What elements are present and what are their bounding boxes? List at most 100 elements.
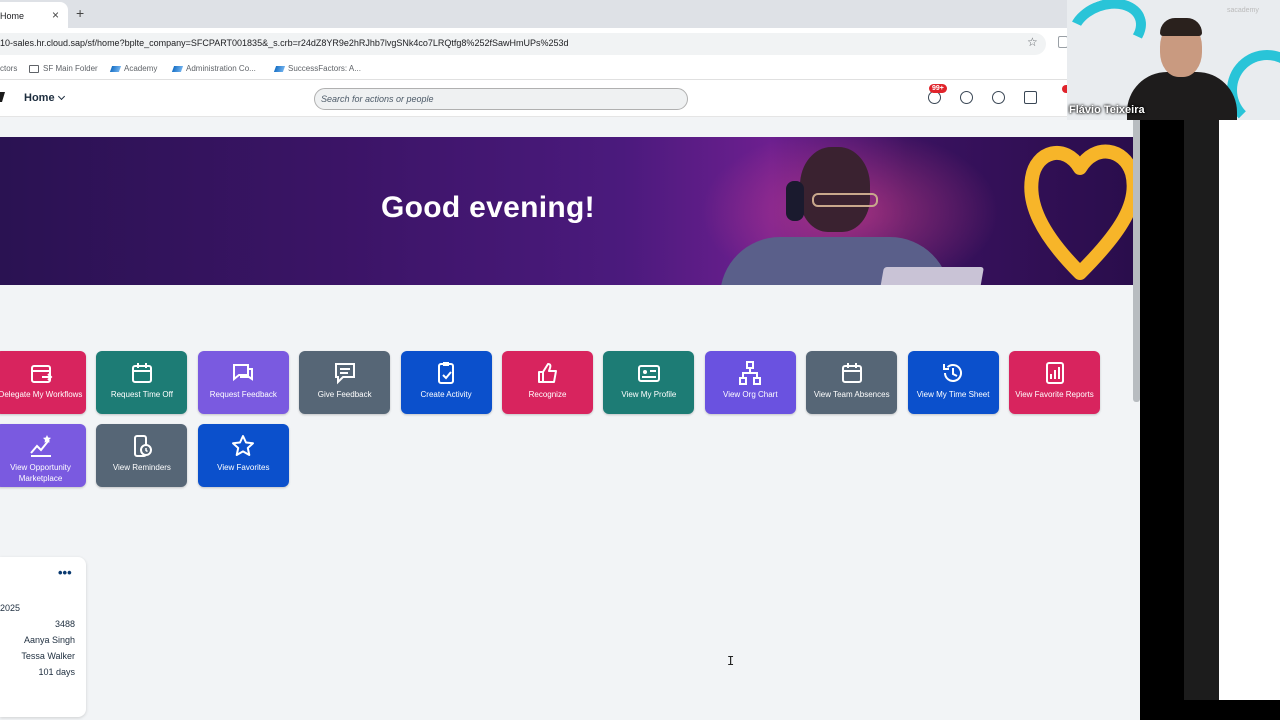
folder-icon <box>29 64 39 73</box>
presenter-name: Flávio Teixeira <box>1069 104 1145 116</box>
bookmark-label: Academy <box>124 64 158 73</box>
calendar-icon <box>841 363 862 383</box>
tile-label: View Org Chart <box>723 390 778 399</box>
tile-label: Request Feedback <box>209 390 277 399</box>
chat-bubbles-icon <box>233 364 254 382</box>
tile-view-team-absences[interactable]: View Team Absences <box>806 351 898 414</box>
assistant-icon[interactable] <box>960 91 973 104</box>
card-value: 3488 <box>54 619 75 629</box>
bookmark-item[interactable]: SF Main Folder <box>29 64 98 73</box>
company-logo[interactable] <box>0 92 5 102</box>
tile-label: Recognize <box>528 390 567 399</box>
webcam-overlay: sacademy Flávio Teixeira <box>1067 0 1280 120</box>
tile-view-my-time-sheet[interactable]: View My Time Sheet <box>907 351 999 414</box>
banner-tablet <box>880 267 984 285</box>
tile-label: View Favorites <box>217 463 270 472</box>
delegate-workflow-icon <box>30 365 52 383</box>
more-options-icon[interactable]: ••• <box>58 565 72 580</box>
bookmark-item[interactable]: ctors <box>0 64 17 73</box>
tab-title: Home <box>0 11 25 21</box>
tile-label: View Opportunity Marketplace <box>10 463 71 483</box>
tile-label: Give Feedback <box>317 390 372 399</box>
shell-bar: Home 99+ <box>0 80 1068 117</box>
clipboard-check-icon <box>438 362 455 384</box>
calendar-icon <box>131 363 152 383</box>
heart-icon <box>1024 144 1133 280</box>
new-tab-button[interactable]: + <box>76 5 84 21</box>
tile-give-feedback[interactable]: Give Feedback <box>299 351 391 414</box>
chevron-down-icon <box>57 92 65 101</box>
card-value: 101 days <box>38 667 75 677</box>
brand-swoosh <box>1067 0 1155 72</box>
card-value[interactable]: Tessa Walker <box>21 651 75 661</box>
headphones-icon <box>786 181 804 221</box>
help-book-icon[interactable] <box>1024 91 1037 104</box>
search-field[interactable] <box>314 88 688 110</box>
card-value[interactable]: Aanya Singh <box>24 635 75 645</box>
bookmark-item[interactable]: Administration Co... <box>171 64 256 73</box>
headset-icon[interactable] <box>992 91 1005 104</box>
side-panel-strip <box>1184 120 1219 700</box>
tile-view-my-profile[interactable]: View My Profile <box>603 351 695 414</box>
star-icon <box>232 435 255 456</box>
address-bar: 10-sales.hr.cloud.sap/sf/home?bplte_comp… <box>0 28 1068 58</box>
main-content: Good evening! Delegate My Workflows Reque… <box>0 117 1140 720</box>
search-input[interactable] <box>321 94 687 104</box>
tile-delegate-my-workflows[interactable]: Delegate My Workflows <box>0 351 86 414</box>
tile-view-opportunity-marketplace[interactable]: View Opportunity Marketplace <box>0 424 86 487</box>
opportunity-icon <box>29 435 51 457</box>
quick-actions: Delegate My Workflows Request Time Off Req… <box>0 351 1140 491</box>
browser-tab[interactable]: Home × <box>0 2 68 28</box>
bookmark-label: SuccessFactors: A... <box>288 64 361 73</box>
close-icon[interactable]: × <box>52 8 59 22</box>
home-menu-button[interactable]: Home <box>24 92 65 104</box>
tile-recognize[interactable]: Recognize <box>502 351 593 414</box>
tile-view-favorite-reports[interactable]: View Favorite Reports <box>1009 351 1100 414</box>
webcam-watermark: sacademy <box>1227 7 1259 14</box>
tile-label: View Favorite Reports <box>1015 390 1094 399</box>
tile-label: View Team Absences <box>813 390 890 399</box>
welcome-banner: Good evening! <box>0 137 1133 285</box>
presenter-hair <box>1160 18 1202 36</box>
text-cursor-icon: I <box>727 654 735 668</box>
tile-label: Create Activity <box>420 390 472 399</box>
thumbs-up-icon <box>537 363 557 383</box>
banner-person-head <box>800 147 870 232</box>
side-panel-window <box>1219 120 1280 700</box>
greeting-title: Good evening! <box>381 191 595 224</box>
bookmark-star-icon[interactable]: ☆ <box>1027 35 1038 49</box>
browser-tab-bar: Home × + <box>0 0 1068 28</box>
tile-view-favorites[interactable]: View Favorites <box>197 424 289 487</box>
sap-logo-icon <box>273 65 286 72</box>
bookmark-label: Administration Co... <box>186 64 256 73</box>
page-scrollbar[interactable] <box>1133 117 1140 402</box>
reminder-icon <box>133 435 152 457</box>
card-date: 2025 <box>0 603 21 613</box>
sap-logo-icon <box>171 65 184 72</box>
side-panel <box>1140 117 1280 720</box>
banner-person-glasses <box>812 193 878 207</box>
notification-badge: 99+ <box>929 84 947 93</box>
reports-icon <box>1045 362 1064 384</box>
org-chart-icon <box>739 361 762 385</box>
tile-view-org-chart[interactable]: View Org Chart <box>704 351 796 414</box>
tile-request-time-off[interactable]: Request Time Off <box>96 351 188 414</box>
tile-label: View Reminders <box>112 463 171 472</box>
id-card-icon <box>637 365 660 382</box>
info-card: ••• 2025 3488 Aanya Singh Tessa Walker 1… <box>0 557 86 717</box>
url-field[interactable]: 10-sales.hr.cloud.sap/sf/home?bplte_comp… <box>0 33 1046 55</box>
tile-label: View My Profile <box>621 390 677 399</box>
history-icon <box>943 364 963 382</box>
bookmark-item[interactable]: Academy <box>109 64 158 73</box>
bookmarks-bar: ctors SF Main Folder Academy Administrat… <box>0 58 1068 80</box>
home-menu-label: Home <box>24 92 55 104</box>
bookmark-item[interactable]: SuccessFactors: A... <box>273 64 361 73</box>
bookmark-label: ctors <box>0 64 18 73</box>
chat-bubble-icon <box>334 363 355 385</box>
bookmark-label: SF Main Folder <box>43 64 98 73</box>
tile-label: Request Time Off <box>110 390 173 399</box>
tile-label: Delegate My Workflows <box>0 390 83 399</box>
tile-create-activity[interactable]: Create Activity <box>400 351 492 414</box>
tile-request-feedback[interactable]: Request Feedback <box>197 351 289 414</box>
tile-view-reminders[interactable]: View Reminders <box>96 424 188 487</box>
